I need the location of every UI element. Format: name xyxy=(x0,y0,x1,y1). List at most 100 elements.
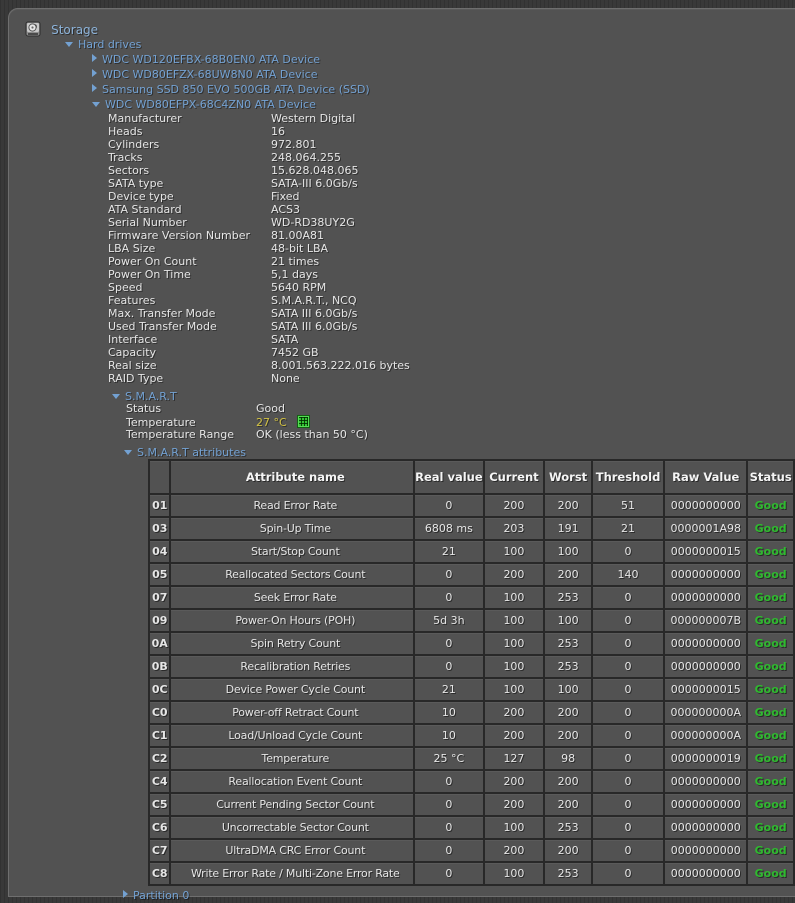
chevron-collapsed-icon[interactable] xyxy=(123,890,128,898)
raw-value-cell: 0000000015 xyxy=(664,540,747,563)
property-label: Features xyxy=(108,294,271,307)
worst-value-cell: 200 xyxy=(544,770,592,793)
property-row: Speed5640 RPM xyxy=(108,281,410,294)
real-value-cell: 0 xyxy=(414,563,484,586)
raw-value-cell: 0000000000 xyxy=(664,563,747,586)
attribute-id-cell: 09 xyxy=(149,609,170,632)
attribute-name-cell: Reallocated Sectors Count xyxy=(170,563,414,586)
property-value: None xyxy=(271,372,300,385)
property-value: 21 times xyxy=(271,255,319,268)
header-raw-value: Raw Value xyxy=(664,460,747,494)
property-label: RAID Type xyxy=(108,372,271,385)
raw-value-cell: 0000000000 xyxy=(664,655,747,678)
attribute-name-cell: Reallocation Event Count xyxy=(170,770,414,793)
property-label: Real size xyxy=(108,359,271,372)
real-value-cell: 0 xyxy=(414,816,484,839)
real-value-cell: 5d 3h xyxy=(414,609,484,632)
attribute-name-cell: Device Power Cycle Count xyxy=(170,678,414,701)
header-real-value: Real value xyxy=(414,460,484,494)
property-value: 81.00A81 xyxy=(271,229,324,242)
current-value-cell: 203 xyxy=(484,517,545,540)
status-cell: Good xyxy=(747,517,794,540)
worst-value-cell: 200 xyxy=(544,494,592,517)
real-value-cell: 0 xyxy=(414,839,484,862)
property-label: Tracks xyxy=(108,151,271,164)
raw-value-cell: 000000000A xyxy=(664,701,747,724)
raw-value-cell: 0000000019 xyxy=(664,747,747,770)
status-cell: Good xyxy=(747,862,794,885)
property-value: 248.064.255 xyxy=(271,151,341,164)
tree-item-hard-drives[interactable]: Hard drives xyxy=(65,35,141,50)
threshold-cell: 51 xyxy=(592,494,664,517)
tree-item-label[interactable]: S.M.A.R.T attributes xyxy=(137,446,246,459)
chevron-expanded-icon[interactable] xyxy=(124,450,132,455)
tree-expander-icon[interactable] xyxy=(92,54,97,62)
chevron-expanded-icon[interactable] xyxy=(112,394,120,399)
smart-status-value: Good xyxy=(256,402,285,415)
attribute-name-cell: Uncorrectable Sector Count xyxy=(170,816,414,839)
smart-table-row: 03 Spin-Up Time 6808 ms 203 191 21 00000… xyxy=(149,517,794,540)
header-worst: Worst xyxy=(544,460,592,494)
real-value-cell: 10 xyxy=(414,701,484,724)
attribute-name-cell: Write Error Rate / Multi-Zone Error Rate xyxy=(170,862,414,885)
tree-item-smart[interactable]: S.M.A.R.T xyxy=(112,387,177,402)
status-cell: Good xyxy=(747,724,794,747)
smart-attributes-table: Attribute name Real value Current Worst … xyxy=(148,459,795,886)
property-row: Cylinders972.801 xyxy=(108,138,410,151)
property-label: Temperature Range xyxy=(126,428,256,441)
worst-value-cell: 100 xyxy=(544,678,592,701)
attribute-name-cell: Spin-Up Time xyxy=(170,517,414,540)
property-row: ManufacturerWestern Digital xyxy=(108,112,410,125)
smart-table-row: 0B Recalibration Retries 0 100 253 0 000… xyxy=(149,655,794,678)
property-label: SATA type xyxy=(108,177,271,190)
property-label: Firmware Version Number xyxy=(108,229,271,242)
property-value: 8.001.563.222.016 bytes xyxy=(271,359,410,372)
attribute-id-cell: C0 xyxy=(149,701,170,724)
real-value-cell: 10 xyxy=(414,724,484,747)
property-label: Cylinders xyxy=(108,138,271,151)
worst-value-cell: 200 xyxy=(544,793,592,816)
tree-expander-icon[interactable] xyxy=(92,69,97,77)
property-value: S.M.A.R.T., NCQ xyxy=(271,294,357,307)
threshold-cell: 0 xyxy=(592,655,664,678)
threshold-cell: 0 xyxy=(592,701,664,724)
threshold-cell: 0 xyxy=(592,678,664,701)
property-row: Power On Time5,1 days xyxy=(108,268,410,281)
current-value-cell: 127 xyxy=(484,747,545,770)
raw-value-cell: 0000000000 xyxy=(664,839,747,862)
attribute-name-cell: Temperature xyxy=(170,747,414,770)
status-cell: Good xyxy=(747,494,794,517)
attribute-id-cell: C4 xyxy=(149,770,170,793)
property-row: LBA Size48-bit LBA xyxy=(108,242,410,255)
property-label: Power On Time xyxy=(108,268,271,281)
tree-item-label[interactable]: WDC WD80EFPX-68C4ZN0 ATA Device xyxy=(105,98,316,111)
chevron-expanded-icon[interactable] xyxy=(65,42,73,47)
tree-item-label[interactable]: Partition 0 xyxy=(133,889,189,902)
tree-item-device[interactable]: WDC WD120EFBX-68B0EN0 ATA Device xyxy=(92,50,370,65)
tree-expander-icon[interactable] xyxy=(92,84,97,92)
current-value-cell: 200 xyxy=(484,724,545,747)
tree-item-device[interactable]: Samsung SSD 850 EVO 500GB ATA Device (SS… xyxy=(92,80,370,95)
attribute-name-cell: Power-off Retract Count xyxy=(170,701,414,724)
attribute-id-cell: C8 xyxy=(149,862,170,885)
tree-item-device[interactable]: WDC WD80EFZX-68UW8N0 ATA Device xyxy=(92,65,370,80)
tree-item-device[interactable]: WDC WD80EFPX-68C4ZN0 ATA Device xyxy=(92,95,370,110)
property-label: Device type xyxy=(108,190,271,203)
property-value: 972.801 xyxy=(271,138,317,151)
threshold-cell: 0 xyxy=(592,839,664,862)
smart-table-row: 04 Start/Stop Count 21 100 100 0 0000000… xyxy=(149,540,794,563)
current-value-cell: 100 xyxy=(484,678,545,701)
property-label: Capacity xyxy=(108,346,271,359)
tree-item-smart-attributes[interactable]: S.M.A.R.T attributes xyxy=(124,443,246,458)
tree-expander-icon[interactable] xyxy=(92,102,100,107)
property-value: Western Digital xyxy=(271,112,355,125)
property-value: ACS3 xyxy=(271,203,300,216)
real-value-cell: 0 xyxy=(414,862,484,885)
property-value: 5,1 days xyxy=(271,268,318,281)
status-cell: Good xyxy=(747,540,794,563)
status-cell: Good xyxy=(747,678,794,701)
attribute-id-cell: 03 xyxy=(149,517,170,540)
attribute-id-cell: 04 xyxy=(149,540,170,563)
status-cell: Good xyxy=(747,839,794,862)
raw-value-cell: 0000000000 xyxy=(664,862,747,885)
